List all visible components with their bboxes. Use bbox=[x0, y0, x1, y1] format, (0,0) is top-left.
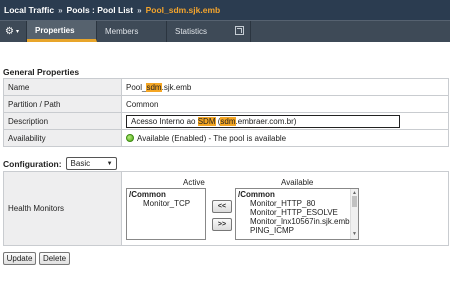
available-monitor-item[interactable]: Monitor_HTTP_ESOLVE bbox=[238, 208, 356, 217]
name-value: Pool_sdm.sjk.emb bbox=[121, 78, 449, 96]
configuration-select[interactable]: Basic ▼ bbox=[65, 157, 117, 170]
update-button[interactable]: Update bbox=[3, 252, 36, 265]
health-monitors-table: Health Monitors Active /Common Monitor_T… bbox=[3, 171, 449, 246]
delete-button[interactable]: Delete bbox=[39, 252, 70, 265]
description-label: Description bbox=[3, 112, 122, 130]
available-header: Available bbox=[281, 178, 314, 187]
description-input[interactable]: Acesso Interno ao SDM (sdm.embraer.com.b… bbox=[126, 114, 400, 128]
health-monitors-label: Health Monitors bbox=[3, 171, 122, 246]
status-available-icon bbox=[126, 133, 134, 142]
configuration-selected-value: Basic bbox=[70, 159, 91, 168]
add-monitor-button[interactable]: << bbox=[212, 200, 232, 213]
configuration-row: Configuration: Basic ▼ bbox=[3, 157, 117, 170]
tab-bar: ⚙ ▾ Properties Members Statistics bbox=[0, 20, 450, 42]
chevron-down-icon: ▼ bbox=[106, 161, 113, 167]
scrollbar-thumb[interactable] bbox=[352, 196, 357, 207]
available-monitor-item[interactable]: Monitor_lnx10567in.sjk.emb bbox=[238, 217, 356, 226]
breadcrumb-local-traffic[interactable]: Local Traffic bbox=[4, 5, 54, 15]
health-monitors-cell: Active /Common Monitor_TCP << >> Availab… bbox=[121, 171, 449, 246]
popout-window-icon[interactable] bbox=[235, 26, 244, 35]
tab-members[interactable]: Members bbox=[97, 21, 167, 42]
description-row: Description Acesso Interno ao SDM (sdm.e… bbox=[3, 112, 449, 130]
available-monitors-list[interactable]: /Common Monitor_HTTP_80 Monitor_HTTP_ESO… bbox=[235, 188, 359, 240]
partition-row: Partition / Path Common bbox=[3, 95, 449, 113]
breadcrumb-pool-list[interactable]: Pools : Pool List bbox=[67, 5, 134, 15]
availability-row: Availability Available (Enabled) - The p… bbox=[3, 129, 449, 147]
tab-properties[interactable]: Properties bbox=[27, 21, 97, 42]
description-cell: Acesso Interno ao SDM (sdm.embraer.com.b… bbox=[121, 112, 449, 130]
active-monitors-list[interactable]: /Common Monitor_TCP bbox=[126, 188, 206, 240]
gear-icon: ⚙ bbox=[5, 26, 14, 37]
description-highlight: sdm bbox=[220, 116, 236, 126]
availability-value: Available (Enabled) - The pool is availa… bbox=[121, 129, 449, 147]
available-group-label: /Common bbox=[238, 190, 275, 199]
gear-menu-button[interactable]: ⚙ ▾ bbox=[0, 21, 27, 42]
tab-properties-label: Properties bbox=[35, 25, 75, 35]
name-label: Name bbox=[3, 78, 122, 96]
breadcrumb-current-pool: Pool_sdm.sjk.emb bbox=[145, 5, 221, 15]
partition-value: Common bbox=[121, 95, 449, 113]
name-suffix: .sjk.emb bbox=[161, 82, 192, 92]
section-title-general-properties: General Properties bbox=[3, 67, 80, 77]
name-prefix: Pool_ bbox=[126, 82, 147, 92]
breadcrumb: Local Traffic » Pools : Pool List » Pool… bbox=[0, 0, 450, 20]
available-list-scrollbar[interactable]: ▲ ▼ bbox=[350, 189, 358, 239]
available-monitor-item[interactable]: PING_ICMP bbox=[238, 226, 356, 235]
health-monitors-row: Health Monitors Active /Common Monitor_T… bbox=[3, 171, 449, 246]
active-monitor-item[interactable]: Monitor_TCP bbox=[129, 199, 203, 208]
tab-statistics[interactable]: Statistics bbox=[167, 21, 251, 42]
availability-label: Availability bbox=[3, 129, 122, 147]
breadcrumb-separator: » bbox=[137, 5, 142, 15]
general-properties-table: Name Pool_sdm.sjk.emb Partition / Path C… bbox=[3, 78, 449, 147]
tab-statistics-label: Statistics bbox=[175, 27, 208, 36]
configuration-label: Configuration: bbox=[3, 158, 62, 169]
chevron-down-icon: ▾ bbox=[15, 29, 19, 35]
description-prefix: Acesso Interno ao bbox=[131, 116, 198, 126]
remove-monitor-button[interactable]: >> bbox=[212, 218, 232, 231]
breadcrumb-separator: » bbox=[58, 5, 63, 15]
active-header: Active bbox=[183, 178, 205, 187]
description-highlight: SDM bbox=[197, 116, 216, 126]
tab-members-label: Members bbox=[105, 27, 139, 36]
description-suffix: .embraer.com.br) bbox=[235, 116, 297, 126]
active-group-label: /Common bbox=[129, 190, 166, 199]
availability-text: Available (Enabled) - The pool is availa… bbox=[137, 133, 287, 143]
scroll-down-icon[interactable]: ▼ bbox=[352, 230, 357, 239]
partition-label: Partition / Path bbox=[3, 95, 122, 113]
available-monitor-item[interactable]: Monitor_HTTP_80 bbox=[238, 199, 356, 208]
name-row: Name Pool_sdm.sjk.emb bbox=[3, 78, 449, 96]
name-highlight: sdm bbox=[146, 82, 162, 92]
